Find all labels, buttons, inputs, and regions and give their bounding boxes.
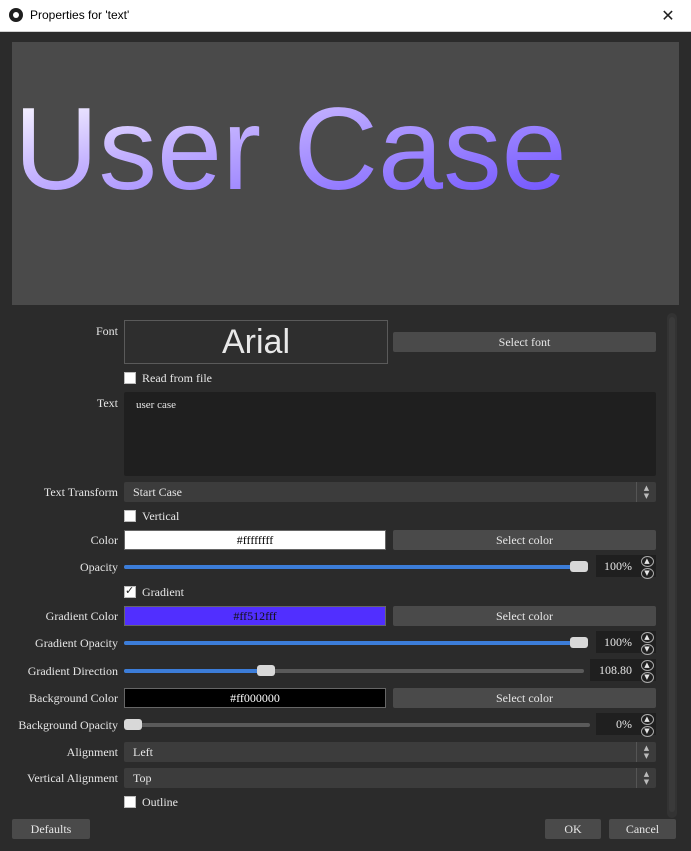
slider-fill	[124, 669, 267, 673]
gradient-color-label: Gradient Color	[45, 609, 118, 623]
opacity-label: Opacity	[80, 560, 118, 574]
gradient-direction-value: 108.80	[599, 663, 632, 677]
gradient-direction-spinbox[interactable]: 108.80 ▲ ▼	[590, 659, 656, 683]
vertical-label: Vertical	[142, 509, 180, 523]
outline-checkbox[interactable]	[124, 796, 136, 808]
spin-arrows-icon[interactable]: ▲ ▼	[638, 713, 656, 737]
alignment-value: Left	[133, 745, 153, 759]
spin-arrows-icon[interactable]: ▲ ▼	[638, 659, 656, 683]
background-color-label: Background Color	[29, 691, 118, 705]
window-title: Properties for 'text'	[30, 8, 130, 22]
outline-label: Outline	[142, 795, 178, 809]
color-swatch: #ffffffff	[124, 530, 386, 550]
read-from-file-checkbox[interactable]	[124, 372, 136, 384]
font-label: Font	[95, 324, 118, 338]
gradient-direction-slider[interactable]	[124, 665, 584, 676]
opacity-spinbox[interactable]: 100% ▲ ▼	[596, 555, 656, 579]
vertical-alignment-label: Vertical Alignment	[27, 771, 118, 785]
updown-arrows-icon: ▲ ▼	[636, 768, 656, 788]
gradient-checkbox[interactable]	[124, 584, 136, 598]
vertical-alignment-select[interactable]: Top ▲ ▼	[124, 768, 656, 788]
vertical-alignment-value: Top	[133, 771, 152, 785]
spin-arrows-icon[interactable]: ▲ ▼	[638, 555, 656, 579]
gradient-color-swatch: #ff512fff	[124, 606, 386, 626]
defaults-button[interactable]: Defaults	[12, 819, 90, 839]
slider-handle[interactable]	[257, 665, 276, 676]
select-font-button[interactable]: Select font	[393, 332, 656, 352]
vertical-checkbox[interactable]	[124, 510, 136, 522]
background-opacity-slider[interactable]	[124, 719, 590, 730]
slider-handle[interactable]	[124, 719, 142, 730]
select-gradient-color-button[interactable]: Select color	[393, 606, 656, 626]
gradient-direction-label: Gradient Direction	[27, 664, 118, 678]
text-transform-value: Start Case	[133, 485, 182, 499]
cancel-button[interactable]: Cancel	[609, 819, 676, 839]
select-color-button[interactable]: Select color	[393, 530, 656, 550]
background-opacity-value: 0%	[616, 717, 632, 731]
read-from-file-label: Read from file	[142, 371, 212, 385]
title-bar: Properties for 'text' ✕	[0, 0, 691, 32]
alignment-label: Alignment	[66, 745, 118, 759]
preview-text: User Case	[14, 83, 567, 214]
gradient-opacity-slider[interactable]	[124, 637, 588, 648]
updown-arrows-icon: ▲ ▼	[636, 742, 656, 762]
alignment-select[interactable]: Left ▲ ▼	[124, 742, 656, 762]
gradient-opacity-value: 100%	[604, 635, 632, 649]
source-preview: User Case	[12, 42, 679, 305]
scrollbar[interactable]	[667, 313, 677, 818]
select-background-color-button[interactable]: Select color	[393, 688, 656, 708]
obs-logo-icon	[9, 8, 23, 22]
text-label: Text	[96, 396, 118, 410]
color-label: Color	[90, 533, 118, 547]
slider-fill	[124, 565, 579, 569]
ok-button[interactable]: OK	[545, 819, 601, 839]
text-transform-label: Text Transform	[43, 485, 118, 499]
slider-handle[interactable]	[570, 637, 588, 648]
text-input[interactable]: user case	[124, 392, 656, 476]
opacity-value: 100%	[604, 559, 632, 573]
slider-handle[interactable]	[570, 561, 588, 572]
close-icon[interactable]: ✕	[645, 0, 691, 31]
gradient-label: Gradient	[142, 585, 184, 599]
opacity-slider[interactable]	[124, 561, 588, 572]
scrollbar-thumb[interactable]	[669, 317, 675, 812]
gradient-opacity-spinbox[interactable]: 100% ▲ ▼	[596, 631, 656, 655]
slider-fill	[124, 641, 579, 645]
font-preview: Arial	[124, 320, 388, 364]
updown-arrows-icon: ▲ ▼	[636, 482, 656, 502]
gradient-opacity-label: Gradient Opacity	[35, 636, 118, 650]
background-opacity-label: Background Opacity	[18, 718, 118, 732]
background-opacity-spinbox[interactable]: 0% ▲ ▼	[596, 713, 656, 737]
text-transform-select[interactable]: Start Case ▲ ▼	[124, 482, 656, 502]
background-color-swatch: #ff000000	[124, 688, 386, 708]
spin-arrows-icon[interactable]: ▲ ▼	[638, 631, 656, 655]
